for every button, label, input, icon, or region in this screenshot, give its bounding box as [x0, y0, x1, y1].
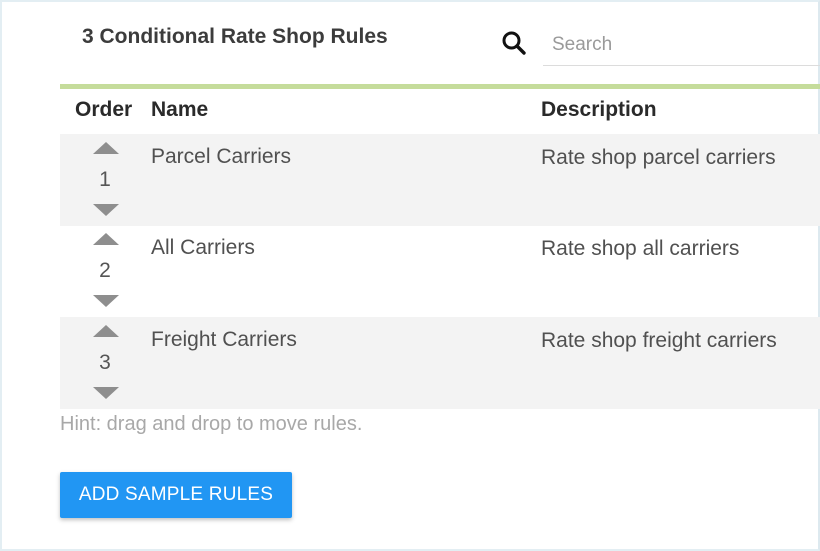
order-number: 1	[99, 168, 111, 191]
rule-description: Rate shop freight carriers	[541, 329, 777, 352]
rules-panel: 3 Conditional Rate Shop Rules Order Name…	[0, 0, 820, 551]
search-icon[interactable]	[501, 30, 527, 56]
triangle-up-icon[interactable]	[93, 142, 119, 154]
rule-description: Rate shop all carriers	[541, 237, 740, 260]
triangle-down-icon[interactable]	[93, 387, 119, 399]
order-control: 1	[82, 140, 132, 222]
triangle-down-icon[interactable]	[93, 295, 119, 307]
rule-name[interactable]: Parcel Carriers	[151, 145, 291, 169]
search-input[interactable]	[543, 24, 820, 66]
table-header: Order Name Description	[2, 98, 820, 128]
page-title: 3 Conditional Rate Shop Rules	[82, 25, 388, 48]
order-number: 2	[99, 259, 111, 282]
column-header-description[interactable]: Description	[541, 98, 657, 122]
order-number: 3	[99, 351, 111, 374]
triangle-up-icon[interactable]	[93, 233, 119, 245]
triangle-up-icon[interactable]	[93, 325, 119, 337]
table-row[interactable]: 1 Parcel Carriers Rate shop parcel carri…	[60, 134, 820, 226]
table-row[interactable]: 3 Freight Carriers Rate shop freight car…	[60, 317, 820, 409]
triangle-down-icon[interactable]	[93, 204, 119, 216]
rule-description: Rate shop parcel carriers	[541, 146, 776, 169]
table-row[interactable]: 2 All Carriers Rate shop all carriers	[60, 225, 820, 317]
drag-hint: Hint: drag and drop to move rules.	[60, 413, 363, 435]
order-control: 2	[82, 231, 132, 313]
rule-name[interactable]: All Carriers	[151, 236, 255, 260]
header-divider	[60, 84, 820, 89]
column-header-name[interactable]: Name	[151, 98, 208, 122]
add-sample-rules-button[interactable]: ADD SAMPLE RULES	[60, 472, 292, 518]
rule-name[interactable]: Freight Carriers	[151, 328, 297, 352]
column-header-order[interactable]: Order	[75, 98, 132, 122]
order-control: 3	[82, 323, 132, 405]
